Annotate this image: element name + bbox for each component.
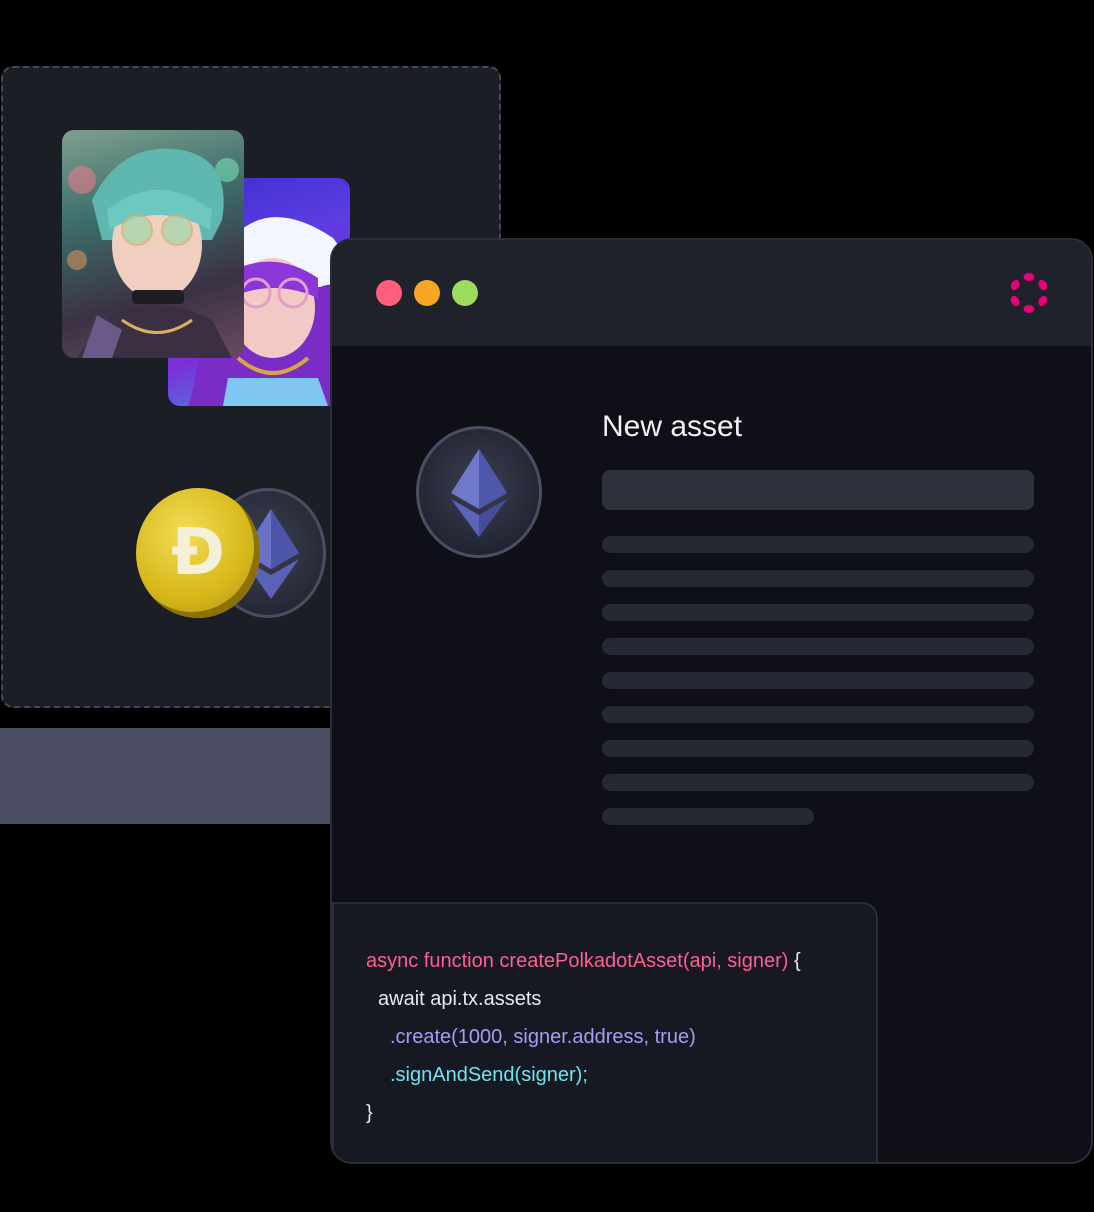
text-placeholder-line	[602, 638, 1034, 655]
code-open-brace: {	[788, 950, 801, 972]
ethereum-icon	[451, 449, 507, 537]
page-title: New asset	[602, 410, 743, 443]
text-placeholder-line	[602, 706, 1034, 723]
asset-window: New asset async function createPolkadotA…	[330, 238, 1093, 1164]
text-placeholder-line	[602, 604, 1034, 621]
window-titlebar	[332, 240, 1091, 346]
minimize-button[interactable]	[414, 280, 440, 306]
code-line-5: }	[366, 1102, 373, 1124]
text-placeholder-line	[602, 808, 814, 825]
code-line-2: await api.tx.assets	[378, 988, 542, 1010]
asset-name-placeholder	[602, 470, 1034, 510]
text-placeholder-line	[602, 536, 1034, 553]
maximize-button[interactable]	[452, 280, 478, 306]
text-placeholder-line	[602, 672, 1034, 689]
text-placeholder-line	[602, 570, 1034, 587]
close-button[interactable]	[376, 280, 402, 306]
code-line-3: .create(1000, signer.address, true)	[390, 1026, 696, 1048]
text-placeholder-line	[602, 774, 1034, 791]
code-line-1: async function createPolkadotAsset(api, …	[366, 950, 801, 973]
dogecoin-coin: Ð	[136, 488, 260, 618]
polkadot-logo-icon	[1010, 273, 1048, 313]
text-placeholder-line	[602, 740, 1034, 757]
ethereum-coin-large	[416, 426, 542, 558]
code-snippet-panel: async function createPolkadotAsset(api, …	[332, 902, 878, 1162]
background-strip	[0, 728, 330, 824]
code-line-4: .signAndSend(signer);	[390, 1064, 588, 1086]
dogecoin-symbol: Ð	[171, 516, 225, 590]
code-function-signature: async function createPolkadotAsset(api, …	[366, 950, 789, 972]
avatar-cyberpunk-boy-illustration	[67, 148, 239, 358]
avatar-cyberpunk-boy	[62, 130, 244, 358]
